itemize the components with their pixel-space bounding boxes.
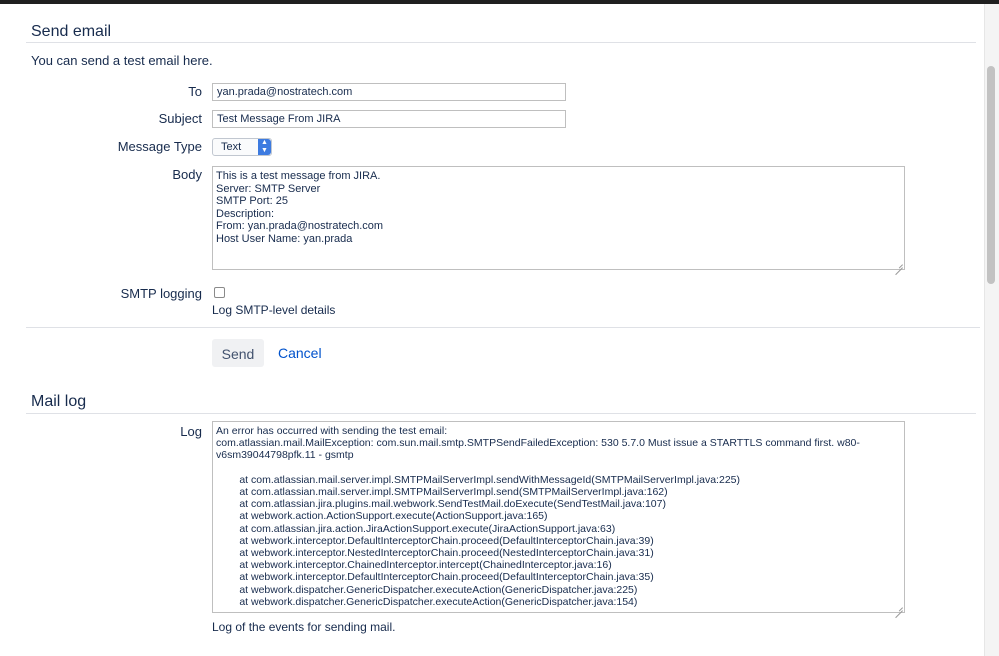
log-hint: Log of the events for sending mail. (212, 620, 396, 634)
smtp-logging-checkbox[interactable] (214, 287, 225, 298)
chevron-up-down-icon: ▲ ▼ (258, 139, 271, 155)
body-label: Body (172, 167, 202, 182)
page-scrollbar-thumb[interactable] (987, 66, 995, 284)
subject-field[interactable] (212, 110, 566, 128)
to-label: To (188, 84, 202, 99)
window-top-edge (0, 0, 999, 4)
log-label: Log (180, 424, 202, 439)
message-type-select[interactable]: Text ▲ ▼ (212, 138, 272, 156)
mail-log-divider (26, 413, 976, 414)
body-resize-handle-icon[interactable] (895, 260, 903, 268)
body-textarea[interactable]: This is a test message from JIRA. Server… (212, 166, 905, 270)
form-buttons-divider (26, 327, 980, 328)
send-email-divider (26, 42, 976, 43)
subject-label: Subject (158, 111, 202, 126)
send-button[interactable]: Send (212, 339, 264, 367)
log-textarea[interactable]: An error has occurred with sending the t… (212, 421, 905, 613)
mail-log-heading: Mail log (31, 393, 87, 410)
message-type-label: Message Type (117, 139, 202, 154)
smtp-logging-hint: Log SMTP-level details (212, 303, 336, 317)
send-email-description: You can send a test email here. (31, 53, 213, 68)
send-email-heading: Send email (31, 23, 112, 40)
smtp-logging-label: SMTP logging (120, 286, 202, 301)
cancel-link[interactable]: Cancel (278, 345, 322, 361)
message-type-selected-value: Text (221, 141, 242, 153)
log-resize-handle-icon[interactable] (895, 603, 903, 611)
to-field[interactable] (212, 83, 566, 101)
